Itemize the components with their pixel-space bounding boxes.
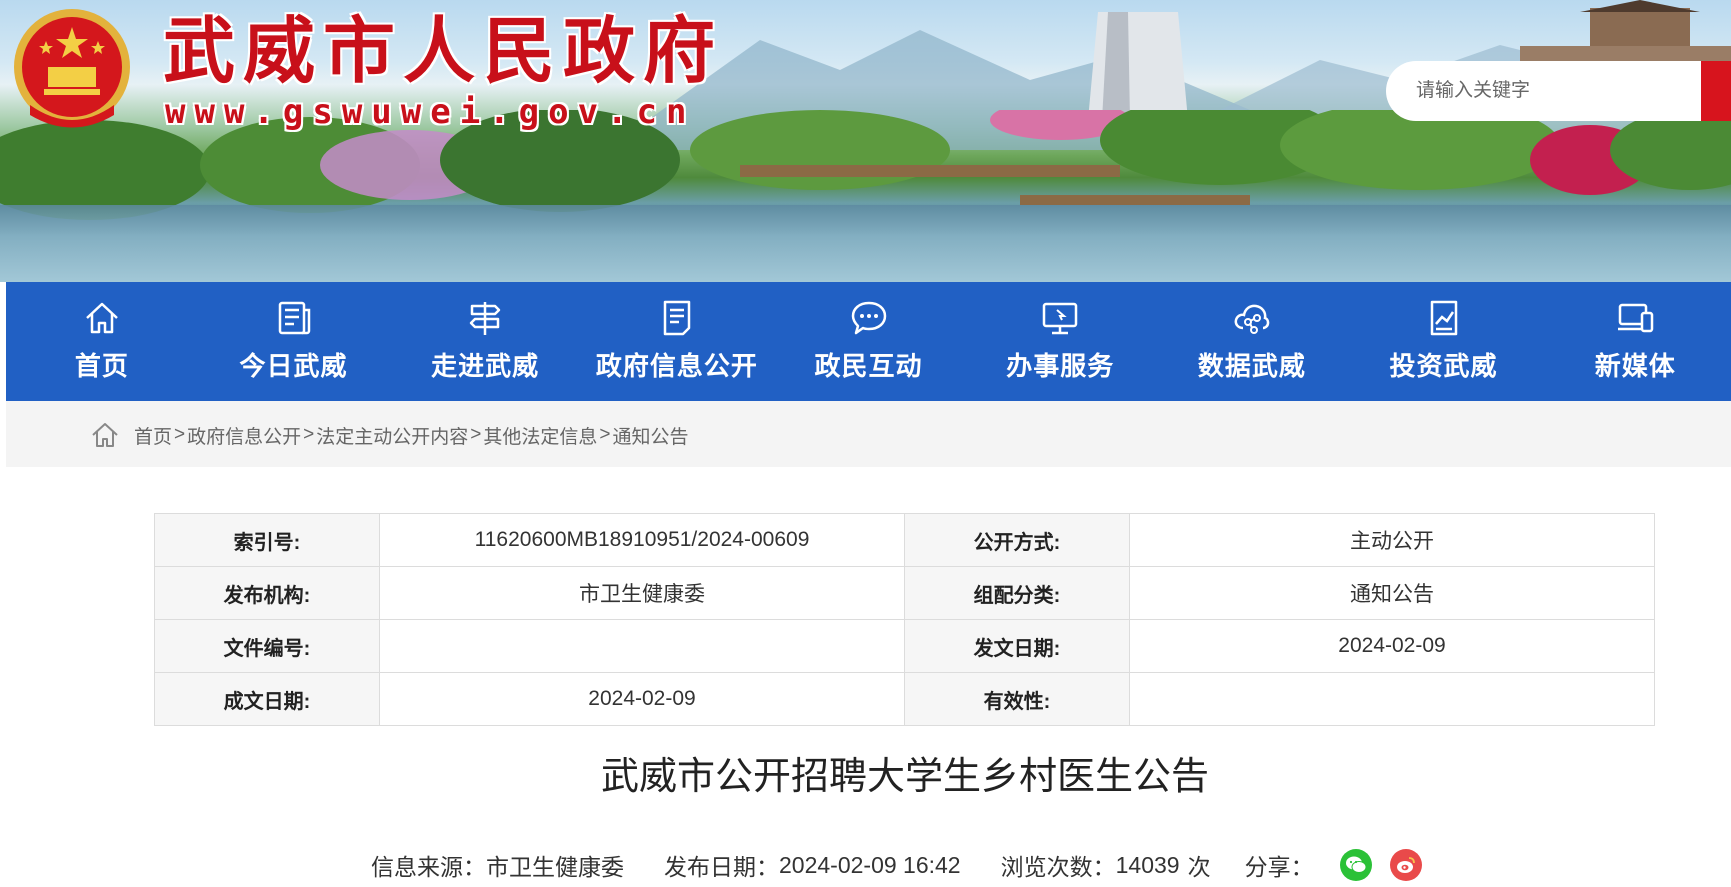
- search-button[interactable]: [1701, 61, 1731, 121]
- meta-value: [1129, 672, 1655, 726]
- nav-item-label: 今日武威: [239, 352, 348, 382]
- nav-item-label: 政府信息公开: [595, 352, 758, 382]
- breadcrumb-separator: >: [470, 424, 482, 445]
- lake: [0, 205, 1731, 282]
- table-row: 成文日期: 2024-02-09 有效性:: [154, 672, 1655, 726]
- news-icon: [278, 301, 310, 335]
- breadcrumb: 首页 > 政府信息公开 > 法定主动公开内容 > 其他法定信息 > 通知公告: [90, 421, 689, 449]
- nav-item-services[interactable]: 办事服务: [964, 282, 1156, 401]
- home-icon: [85, 302, 118, 334]
- document-meta-table: 索引号: 11620600MB18910951/2024-00609 公开方式:…: [154, 513, 1655, 726]
- source-value: 市卫生健康委: [486, 854, 624, 880]
- views-count: 14039: [1115, 851, 1180, 878]
- meta-key: 成文日期:: [154, 672, 380, 726]
- cloud-data-icon: [1234, 304, 1270, 334]
- monitor-icon: [1042, 302, 1078, 335]
- breadcrumb-separator: >: [174, 424, 186, 445]
- breadcrumb-link-gov-info[interactable]: 政府信息公开: [187, 422, 301, 449]
- meta-value: 2024-02-09: [1129, 619, 1655, 673]
- header-banner: 武威市人民政府 www.gswuwei.gov.cn: [0, 0, 1731, 282]
- weibo-share-icon[interactable]: [1389, 849, 1422, 881]
- article-info-bar: 信息来源： 市卫生健康委 发布日期： 2024-02-09 16:42 浏览次数…: [371, 848, 1422, 882]
- breadcrumb-link-statutory[interactable]: 法定主动公开内容: [316, 422, 468, 449]
- table-row: 发布机构: 市卫生健康委 组配分类: 通知公告: [154, 566, 1655, 620]
- wechat-share-icon[interactable]: [1339, 849, 1372, 881]
- date-value: 2024-02-09 16:42: [779, 851, 961, 878]
- chat-icon: [851, 301, 886, 335]
- meta-key: 发文日期:: [904, 619, 1130, 673]
- views-label: 浏览次数：: [1000, 854, 1116, 880]
- devices-icon: [1618, 303, 1654, 333]
- nav-item-interaction[interactable]: 政民互动: [773, 282, 965, 401]
- source-label: 信息来源：: [371, 854, 486, 880]
- meta-value: 市卫生健康委: [379, 566, 905, 620]
- nav-item-home[interactable]: 首页: [6, 282, 198, 401]
- nav-item-about[interactable]: 走进武威: [389, 282, 581, 401]
- meta-key: 有效性:: [904, 672, 1130, 726]
- breadcrumb-separator: >: [303, 424, 315, 445]
- site-url: www.gswuwei.gov.cn: [165, 92, 696, 132]
- meta-key: 文件编号:: [154, 619, 380, 673]
- nav-item-invest[interactable]: 投资武威: [1348, 282, 1540, 401]
- meta-value: 11620600MB18910951/2024-00609: [379, 513, 905, 567]
- meta-key: 公开方式:: [904, 513, 1130, 567]
- breadcrumb-separator: >: [599, 424, 611, 445]
- nav-item-label: 政民互动: [814, 352, 923, 382]
- meta-value: 通知公告: [1129, 566, 1655, 620]
- meta-value: 主动公开: [1129, 513, 1655, 567]
- breadcrumb-bar: 首页 > 政府信息公开 > 法定主动公开内容 > 其他法定信息 > 通知公告: [6, 401, 1731, 467]
- main-nav: 首页 今日武威 走进武威 政府信息公开 政民互动 办事服务 数据武威 投资武威 …: [6, 282, 1731, 401]
- nav-item-data[interactable]: 数据武威: [1156, 282, 1348, 401]
- nav-item-label: 首页: [74, 352, 129, 382]
- meta-value: 2024-02-09: [379, 672, 905, 726]
- date-label: 发布日期：: [664, 854, 779, 880]
- table-row: 文件编号: 发文日期: 2024-02-09: [154, 619, 1655, 673]
- nav-item-new-media[interactable]: 新媒体: [1539, 282, 1731, 401]
- nav-item-label: 数据武威: [1197, 352, 1306, 382]
- meta-key: 发布机构:: [154, 566, 380, 620]
- nav-item-today[interactable]: 今日武威: [198, 282, 390, 401]
- meta-value: [379, 619, 905, 673]
- nav-item-label: 新媒体: [1594, 352, 1676, 382]
- nav-item-label: 办事服务: [1006, 352, 1115, 382]
- share-label: 分享：: [1244, 854, 1314, 880]
- nav-item-gov-info[interactable]: 政府信息公开: [581, 282, 773, 401]
- breadcrumb-link-notice[interactable]: 通知公告: [613, 422, 689, 449]
- chart-icon: [1430, 300, 1457, 336]
- meta-key: 组配分类:: [904, 566, 1130, 620]
- national-emblem-icon: [14, 9, 130, 128]
- nav-item-label: 走进武威: [431, 352, 540, 382]
- nav-item-label: 投资武威: [1389, 352, 1498, 382]
- article-title: 武威市公开招聘大学生乡村医生公告: [600, 756, 1209, 798]
- search-box: [1386, 61, 1731, 121]
- search-input[interactable]: [1386, 61, 1701, 121]
- table-row: 索引号: 11620600MB18910951/2024-00609 公开方式:…: [154, 513, 1655, 567]
- breadcrumb-link-home[interactable]: 首页: [134, 422, 172, 449]
- site-title: 武威市人民政府: [163, 8, 724, 93]
- meta-key: 索引号:: [154, 513, 380, 567]
- signpost-icon: [469, 302, 501, 335]
- breadcrumb-link-other[interactable]: 其他法定信息: [483, 422, 597, 449]
- views-unit: 次: [1187, 854, 1211, 880]
- home-icon[interactable]: [90, 421, 120, 449]
- document-icon: [663, 300, 691, 336]
